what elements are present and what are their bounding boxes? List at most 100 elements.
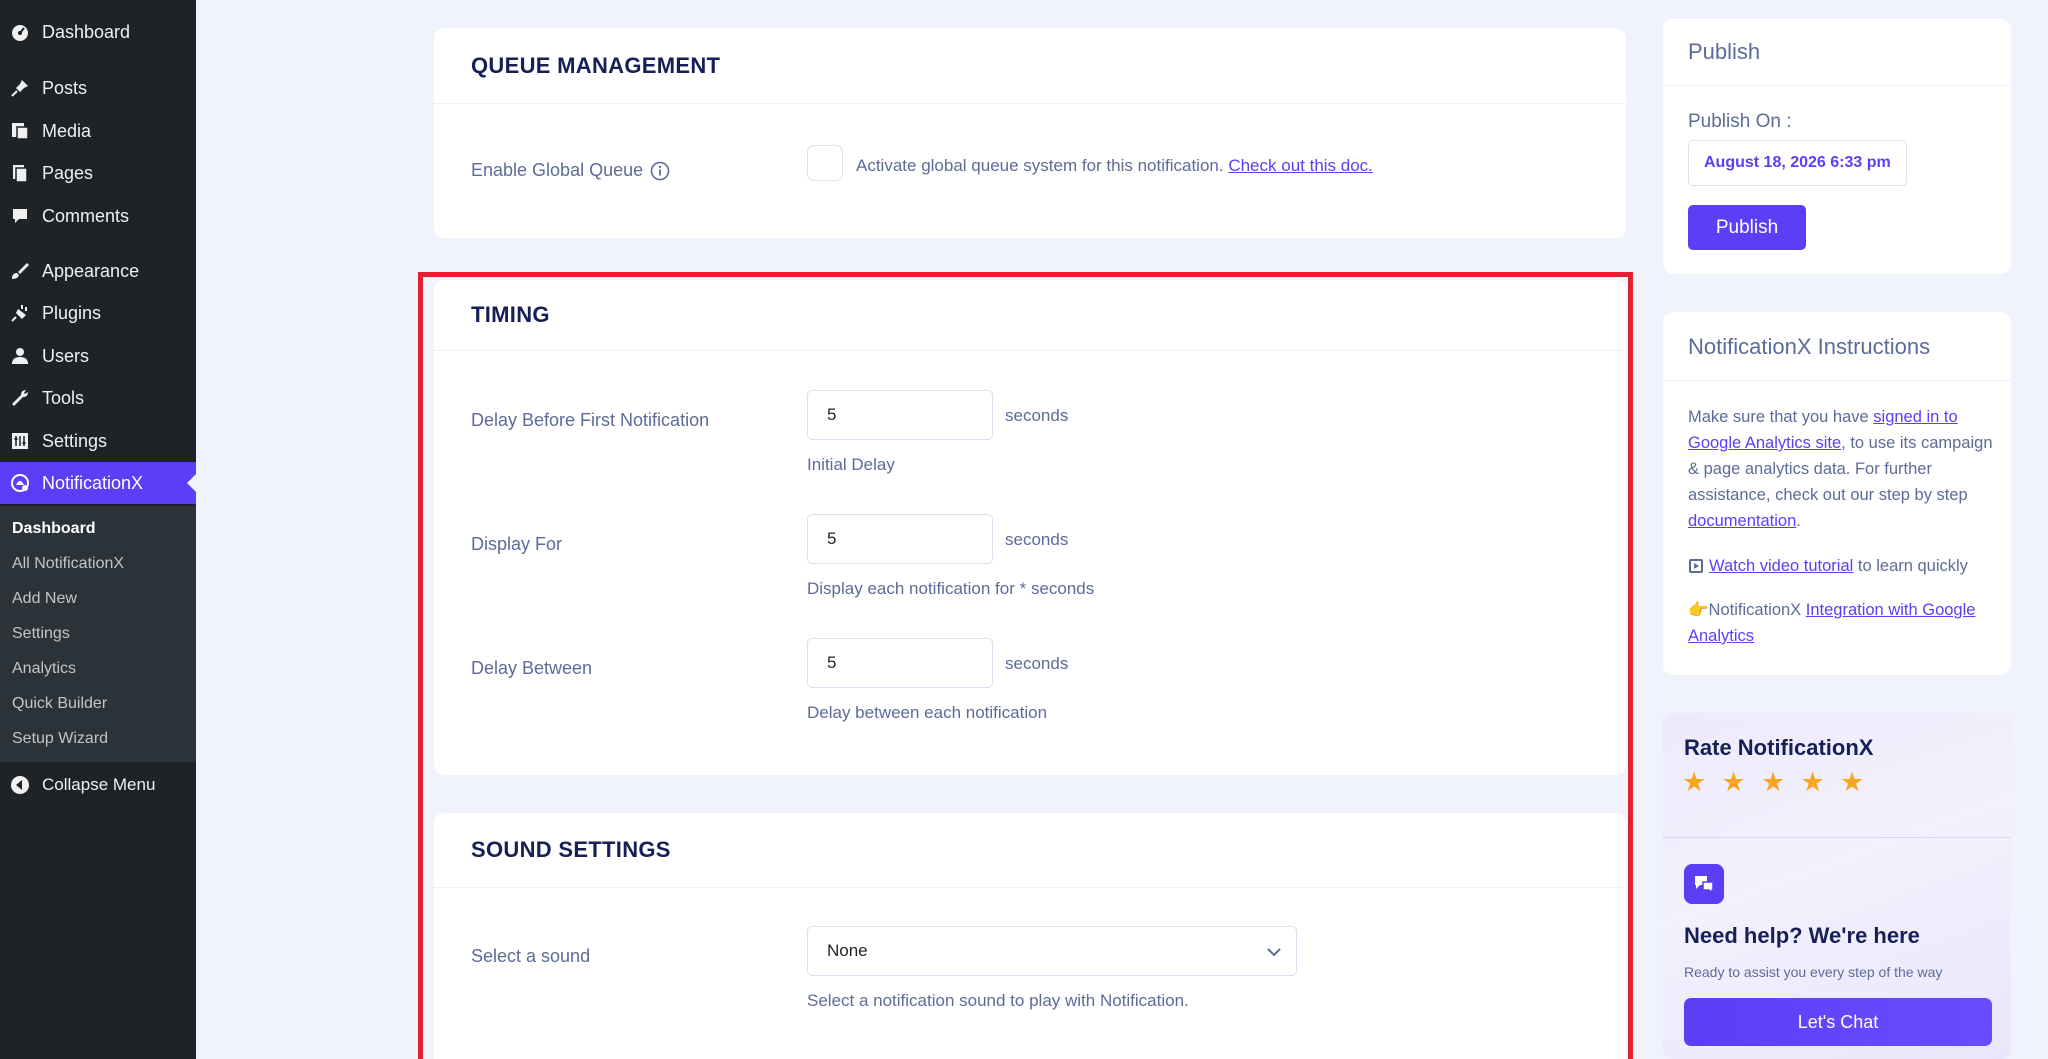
star-icon[interactable]: ★ — [1840, 767, 1864, 798]
lets-chat-label: Let's Chat — [1797, 1011, 1879, 1032]
queue-management-card: QUEUE MANAGEMENT Enable Global Queue Act… — [434, 28, 1626, 238]
sidebar-item-label: Pages — [42, 162, 94, 183]
divider — [434, 103, 1626, 104]
instructions-paragraph: Make sure that you have signed in to Goo… — [1688, 404, 1998, 534]
publish-title: Publish — [1688, 39, 1761, 64]
submenu-item-dashboard[interactable]: Dashboard — [12, 520, 96, 538]
sidebar-item-label: Settings — [42, 430, 108, 451]
user-icon — [9, 345, 31, 367]
queue-checkbox-text: Activate global queue system for this no… — [856, 156, 1224, 175]
queue-title: QUEUE MANAGEMENT — [471, 53, 721, 78]
dashboard-icon — [9, 21, 31, 43]
sidebar-item-pages[interactable]: Pages — [0, 152, 196, 194]
sidebar-item-appearance[interactable]: Appearance — [0, 250, 196, 292]
sidebar-item-tools[interactable]: Tools — [0, 377, 196, 419]
pin-icon — [9, 77, 31, 99]
active-indicator — [187, 474, 196, 492]
delay-between-label: Delay Between — [471, 658, 593, 678]
sidebar-item-dashboard[interactable]: Dashboard — [0, 11, 196, 53]
submenu-item-analytics[interactable]: Analytics — [12, 660, 76, 678]
pages-icon — [9, 162, 31, 184]
chat-help-icon — [1684, 864, 1724, 904]
brush-icon — [9, 260, 31, 282]
comment-icon — [9, 205, 31, 227]
delay-between-hint: Delay between each notification — [807, 703, 1048, 722]
need-help-title: Need help? We're here — [1684, 923, 1920, 948]
divider — [434, 887, 1626, 888]
submenu-item-quick-builder[interactable]: Quick Builder — [12, 695, 107, 713]
sidebar-item-comments[interactable]: Comments — [0, 195, 196, 237]
display-for-label: Display For — [471, 534, 563, 554]
sound-hint: Select a notification sound to play with… — [807, 991, 1189, 1010]
initial-delay-hint: Initial Delay — [807, 455, 895, 474]
sidebar-item-users[interactable]: Users — [0, 335, 196, 377]
sidebar-item-notificationx[interactable]: NotificationX — [0, 462, 196, 504]
sidebar-item-label: Appearance — [42, 260, 140, 281]
info-icon[interactable] — [650, 161, 670, 181]
submenu-item-all-notificationx[interactable]: All NotificationX — [12, 555, 124, 573]
star-icon[interactable]: ★ — [1761, 767, 1785, 798]
publish-date: August 18, 2026 6:33 pm — [1704, 154, 1891, 171]
sidebar-item-label: Users — [42, 345, 90, 366]
video-icon — [1688, 558, 1704, 574]
instr-text: Make sure that you have — [1688, 408, 1874, 426]
check-doc-link[interactable]: Check out this doc. — [1228, 156, 1373, 175]
settings-icon — [9, 430, 31, 452]
divider — [1663, 85, 2011, 86]
star-icon[interactable]: ★ — [1801, 767, 1825, 798]
sidebar-item-label: Comments — [42, 205, 130, 226]
rating-stars[interactable]: ★ ★ ★ ★ ★ — [1663, 713, 2011, 813]
display-for-hint: Display each notification for * seconds — [807, 579, 1095, 598]
star-icon[interactable]: ★ — [1682, 767, 1706, 798]
publish-button[interactable]: Publish — [1688, 205, 1806, 250]
enable-global-queue-text: Enable Global Queue — [471, 160, 644, 180]
delay-between-input[interactable]: 5 — [807, 638, 993, 688]
watch-video-link[interactable]: Watch video tutorial — [1709, 557, 1853, 575]
sound-settings-card: SOUND SETTINGS Select a sound None Selec… — [434, 813, 1626, 1059]
enable-global-queue-checkbox[interactable] — [807, 145, 843, 181]
delay-before-first-label: Delay Before First Notification — [471, 410, 710, 430]
sidebar-item-label: NotificationX — [42, 472, 144, 493]
seconds-unit: seconds — [1005, 406, 1069, 425]
sound-settings-title: SOUND SETTINGS — [471, 837, 671, 862]
sound-select[interactable]: None — [807, 926, 1297, 976]
sidebar-item-label: Tools — [42, 387, 85, 408]
instructions-card: NotificationX Instructions Make sure tha… — [1663, 312, 2011, 675]
plugin-icon — [9, 302, 31, 324]
sidebar-item-label: Posts — [42, 77, 88, 98]
lets-chat-button[interactable]: Let's Chat — [1684, 998, 1992, 1046]
seconds-unit: seconds — [1005, 530, 1069, 549]
divider — [1663, 380, 2011, 381]
publish-card: Publish Publish On : August 18, 2026 6:3… — [1663, 19, 2011, 274]
sidebar-item-settings[interactable]: Settings — [0, 420, 196, 462]
delay-before-first-input[interactable]: 5 — [807, 390, 993, 440]
documentation-link[interactable]: documentation — [1688, 512, 1796, 530]
select-sound-label: Select a sound — [471, 946, 591, 966]
collapse-menu-label: Collapse Menu — [42, 775, 156, 794]
timing-title: TIMING — [471, 302, 550, 327]
collapse-menu-button[interactable]: Collapse Menu — [0, 764, 196, 806]
chevron-down-icon — [1266, 944, 1282, 965]
wrench-icon — [9, 387, 31, 409]
video-tutorial-line: Watch video tutorial to learn quickly — [1688, 553, 1998, 579]
enable-global-queue-label: Enable Global Queue — [471, 160, 670, 181]
publish-date-field[interactable]: August 18, 2026 6:33 pm — [1688, 140, 1907, 186]
sidebar-item-media[interactable]: Media — [0, 110, 196, 152]
integration-line: 👉NotificationX Integration with Google A… — [1688, 597, 1998, 649]
display-for-input[interactable]: 5 — [807, 514, 993, 564]
instr-text: 👉NotificationX — [1688, 601, 1806, 619]
sound-selected-value: None — [827, 941, 868, 960]
instr-text: . — [1796, 512, 1801, 530]
star-icon[interactable]: ★ — [1722, 767, 1746, 798]
sidebar-item-label: Media — [42, 120, 92, 141]
media-icon — [9, 120, 31, 142]
submenu-item-add-new[interactable]: Add New — [12, 590, 77, 608]
notificationx-submenu: Dashboard All NotificationX Add New Sett… — [0, 506, 196, 762]
sidebar-item-plugins[interactable]: Plugins — [0, 292, 196, 334]
sidebar-item-posts[interactable]: Posts — [0, 67, 196, 109]
admin-sidebar: Dashboard Posts Media Pages Comments App… — [0, 0, 196, 1059]
sidebar-item-label: Plugins — [42, 302, 102, 323]
submenu-item-setup-wizard[interactable]: Setup Wizard — [12, 730, 108, 748]
submenu-item-settings[interactable]: Settings — [12, 625, 70, 643]
instr-text: to learn quickly — [1853, 557, 1968, 575]
